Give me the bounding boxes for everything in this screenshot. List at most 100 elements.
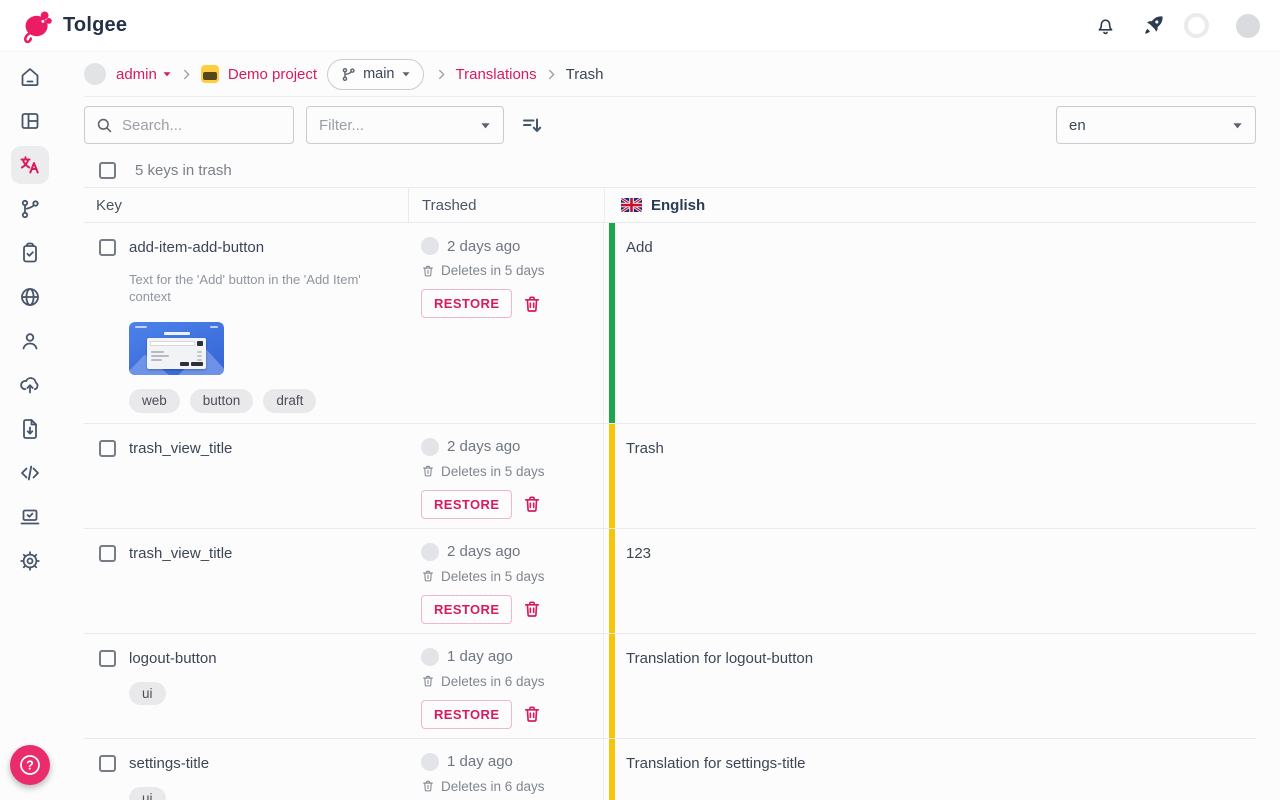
- filter-select[interactable]: Filter...: [306, 106, 504, 144]
- whats-new-button[interactable]: [1141, 13, 1166, 38]
- breadcrumb-current-page: Trash: [566, 66, 604, 83]
- deletes-in-label: Deletes in 5 days: [441, 464, 545, 479]
- trashed-cell: 2 days ago Deletes in 5 days RESTORE: [408, 424, 604, 528]
- sidebar-item-developer[interactable]: [11, 498, 49, 536]
- tag-list: ui: [129, 682, 217, 706]
- trash-icon: [522, 294, 542, 314]
- language-column-title: English: [651, 197, 705, 214]
- table-row: trash_view_title 2 days ago Del: [84, 424, 1256, 529]
- deleter-avatar: [421, 543, 439, 561]
- branch-icon: [18, 197, 42, 221]
- key-name: trash_view_title: [129, 544, 232, 563]
- table-header: Key Trashed English: [84, 187, 1256, 223]
- branch-selector[interactable]: main: [327, 59, 423, 90]
- user-avatar[interactable]: [1236, 14, 1260, 38]
- screenshot-thumbnail[interactable]: [129, 322, 224, 375]
- tag-pill: ui: [129, 682, 166, 706]
- column-header-language: English: [604, 188, 1256, 222]
- caret-down-icon: [1232, 120, 1243, 131]
- brand-name: Tolgee: [63, 14, 127, 37]
- sort-button[interactable]: [520, 113, 544, 137]
- sidebar-item-export[interactable]: [11, 410, 49, 448]
- search-input[interactable]: [122, 117, 283, 134]
- trash-icon: [522, 704, 542, 724]
- tolgee-logo-icon: [20, 9, 54, 43]
- key-name: logout-button: [129, 649, 217, 668]
- chevron-right-icon: [179, 67, 194, 82]
- sidebar-item-languages[interactable]: [11, 278, 49, 316]
- trashed-cell: 1 day ago Deletes in 6 days RESTORE: [408, 739, 604, 800]
- table-row: trash_view_title 2 days ago Del: [84, 529, 1256, 634]
- translation-text: Trash: [615, 424, 664, 528]
- breadcrumb-translations[interactable]: Translations: [456, 66, 537, 83]
- trashed-ago: 1 day ago: [447, 648, 513, 665]
- sidebar-item-tasks[interactable]: [11, 234, 49, 272]
- language-select[interactable]: en: [1056, 106, 1256, 144]
- trashed-ago: 2 days ago: [447, 238, 520, 255]
- key-cell: trash_view_title: [84, 424, 408, 528]
- key-name: add-item-add-button: [129, 238, 391, 257]
- sidebar-item-integrate[interactable]: [11, 454, 49, 492]
- project-name: Demo project: [228, 66, 317, 83]
- breadcrumb-account[interactable]: admin: [116, 66, 172, 83]
- sidebar-item-members[interactable]: [11, 322, 49, 360]
- home-icon: [18, 65, 42, 89]
- table-body: add-item-add-button Text for the 'Add' b…: [84, 223, 1256, 800]
- restore-button[interactable]: RESTORE: [421, 595, 512, 624]
- restore-button[interactable]: RESTORE: [421, 289, 512, 318]
- delete-permanently-button[interactable]: [522, 599, 542, 619]
- progress-ring: [1184, 13, 1209, 38]
- sidebar-item-projects[interactable]: [11, 102, 49, 140]
- row-checkbox[interactable]: [99, 440, 116, 457]
- trashed-cell: 2 days ago Deletes in 5 days RESTORE: [408, 223, 604, 423]
- help-icon: ?: [17, 752, 43, 778]
- breadcrumb-project[interactable]: Demo project: [228, 66, 317, 83]
- sort-icon: [520, 113, 544, 137]
- row-checkbox[interactable]: [99, 239, 116, 256]
- translation-cell: 123: [604, 529, 1256, 633]
- row-checkbox[interactable]: [99, 755, 116, 772]
- breadcrumb: admin Demo project main: [84, 52, 1256, 97]
- translation-cell: Trash: [604, 424, 1256, 528]
- selected-language: en: [1069, 117, 1086, 134]
- select-all-checkbox[interactable]: [99, 162, 116, 179]
- delete-permanently-button[interactable]: [522, 704, 542, 724]
- sidebar-item-branches[interactable]: [11, 190, 49, 228]
- delete-permanently-button[interactable]: [522, 294, 542, 314]
- brand[interactable]: Tolgee: [20, 9, 127, 43]
- account-name: admin: [116, 66, 157, 83]
- translation-cell: Add: [604, 223, 1256, 423]
- deleter-avatar: [421, 648, 439, 666]
- translation-cell: Translation for logout-button: [604, 634, 1256, 738]
- account-avatar: [84, 63, 106, 85]
- row-checkbox[interactable]: [99, 545, 116, 562]
- tag-pill: button: [190, 389, 254, 413]
- code-icon: [18, 461, 42, 485]
- restore-button[interactable]: RESTORE: [421, 490, 512, 519]
- delete-permanently-button[interactable]: [522, 494, 542, 514]
- sidebar-item-settings[interactable]: [11, 542, 49, 580]
- table-row: settings-title ui 1 day ago Dele: [84, 739, 1256, 800]
- sidebar-item-translations[interactable]: [11, 146, 49, 184]
- notifications-button[interactable]: [1094, 14, 1117, 37]
- trash-icon: [421, 779, 435, 793]
- restore-button[interactable]: RESTORE: [421, 700, 512, 729]
- project-avatar: [201, 65, 219, 83]
- sidebar-item-home[interactable]: [11, 58, 49, 96]
- help-button[interactable]: ?: [10, 745, 50, 785]
- sidebar-item-import[interactable]: [11, 366, 49, 404]
- row-checkbox[interactable]: [99, 650, 116, 667]
- laptop-check-icon: [18, 505, 42, 529]
- filter-placeholder: Filter...: [319, 117, 364, 134]
- trashed-cell: 1 day ago Deletes in 6 days RESTORE: [408, 634, 604, 738]
- user-icon: [18, 329, 42, 353]
- uk-flag-icon: [621, 198, 642, 212]
- trash-icon: [421, 569, 435, 583]
- column-header-trashed: Trashed: [408, 188, 604, 222]
- trashed-ago: 2 days ago: [447, 438, 520, 455]
- key-cell: trash_view_title: [84, 529, 408, 633]
- key-name: settings-title: [129, 754, 209, 773]
- selection-row: 5 keys in trash: [84, 162, 1256, 179]
- deletes-in-label: Deletes in 6 days: [441, 674, 545, 689]
- translate-icon: [18, 153, 42, 177]
